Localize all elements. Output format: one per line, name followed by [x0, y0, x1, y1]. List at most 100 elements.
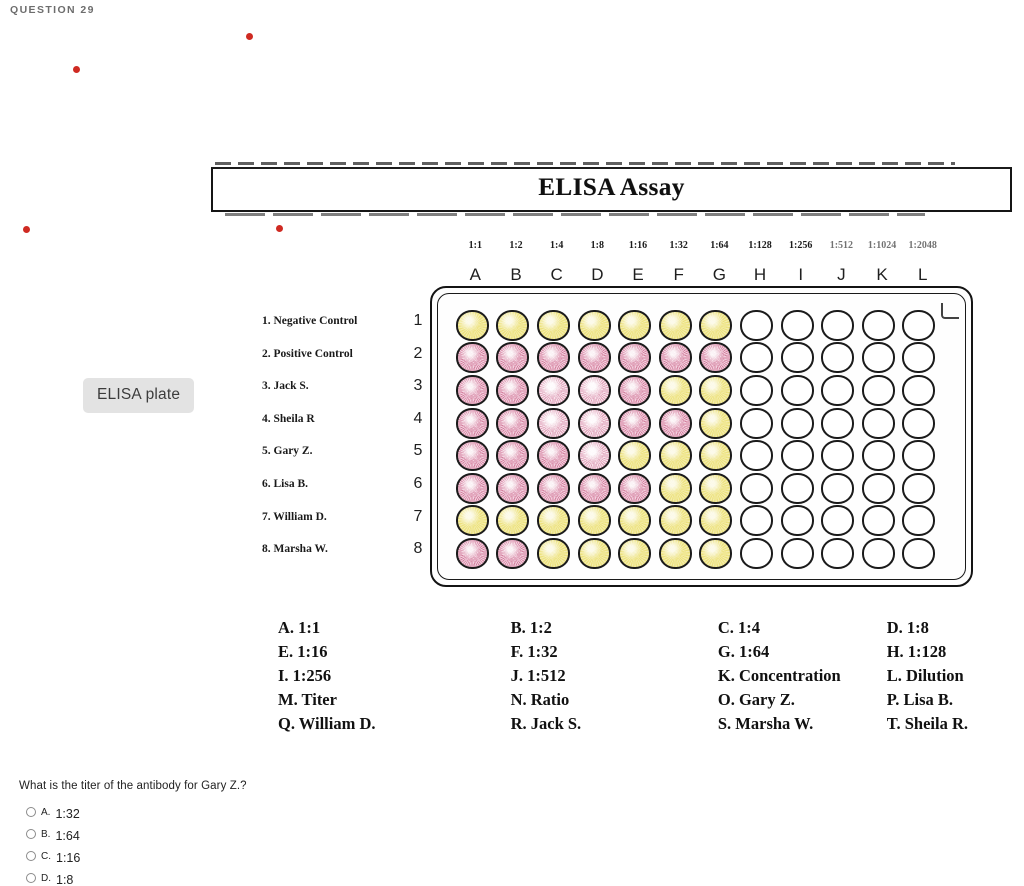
dilution-label-F: 1:32: [669, 240, 688, 251]
option-a[interactable]: A. 1:32: [19, 799, 439, 821]
answer-key-item-t: T. Sheila R.: [886, 714, 968, 733]
option-d[interactable]: D. 1:8: [19, 865, 439, 886]
dilution-label-A: 1:1: [468, 240, 482, 251]
well-cell-K8: [858, 537, 899, 570]
well-cell-H8: [736, 537, 777, 570]
well-cell-A8: [452, 537, 493, 570]
column-letter-F: F: [673, 265, 684, 284]
sample-label-3: 3. Jack S.: [262, 380, 309, 393]
well-cell-F1: [655, 309, 696, 342]
option-letter: C.: [41, 851, 51, 862]
well-cell-G1: [696, 309, 737, 342]
well-L2-empty: [902, 342, 936, 374]
well-cell-A3: [452, 374, 493, 407]
well-cell-L7: [899, 505, 940, 538]
well-cell-H3: [736, 374, 777, 407]
well-I4-empty: [780, 407, 814, 439]
well-G2-pink: [699, 342, 733, 374]
well-cell-D7: [574, 505, 615, 538]
answer-key-item-p: P. Lisa B.: [886, 690, 954, 709]
well-E8-yellow: [618, 537, 652, 569]
well-F3-yellow: [658, 374, 692, 406]
well-L4-empty: [902, 407, 936, 439]
column-letter-A: A: [469, 265, 481, 284]
radio-button-a[interactable]: [26, 807, 36, 817]
answer-key-item-f: F. 1:32: [510, 642, 558, 661]
well-H1-empty: [739, 309, 773, 341]
column-letter-D: D: [591, 265, 604, 284]
well-cell-F8: [655, 537, 696, 570]
multiple-choice-block: What is the titer of the antibody for Ga…: [19, 780, 439, 886]
well-L6-empty: [902, 472, 936, 504]
dilution-label-C: 1:4: [550, 240, 564, 251]
well-cell-E8: [614, 537, 655, 570]
sample-label-6: 6. Lisa B.: [262, 477, 309, 490]
answer-key-item-n: N. Ratio: [510, 690, 570, 709]
answer-key-item-q: Q. William D.: [278, 714, 376, 733]
well-cell-L5: [899, 439, 940, 472]
well-J8-empty: [821, 537, 855, 569]
well-cell-B6: [493, 472, 534, 505]
well-B5-pink: [496, 440, 530, 472]
well-cell-C7: [533, 505, 574, 538]
well-cell-G5: [696, 439, 737, 472]
well-D1-yellow: [577, 309, 611, 341]
well-cell-K1: [858, 309, 899, 342]
well-F2-pink: [658, 342, 692, 374]
well-J3-empty: [821, 374, 855, 406]
sample-label-list: 1. Negative Control 2. Positive Control 3.…: [262, 305, 392, 566]
well-cell-C2: [533, 342, 574, 375]
sample-label-5: 5. Gary Z.: [262, 445, 313, 458]
well-cell-J2: [817, 342, 858, 375]
well-L8-empty: [902, 537, 936, 569]
well-G7-yellow: [699, 505, 733, 537]
well-F7-yellow: [658, 505, 692, 537]
row-number-6: 6: [413, 474, 423, 492]
well-I8-empty: [780, 537, 814, 569]
answer-key-row: M. Titer N. Ratio O. Gary Z. P. Lisa B.: [278, 690, 1018, 714]
column-letter-row: A B C D E F G H I J K L: [455, 265, 943, 285]
well-cell-D2: [574, 342, 615, 375]
well-cell-E7: [614, 505, 655, 538]
answer-key-item-j: J. 1:512: [510, 666, 566, 685]
well-cell-G6: [696, 472, 737, 505]
well-cell-J7: [817, 505, 858, 538]
well-cell-D1: [574, 309, 615, 342]
option-text: 1:8: [56, 873, 74, 886]
answer-key-item-g: G. 1:64: [717, 642, 770, 661]
dilution-label-B: 1:2: [509, 240, 523, 251]
well-B2-pink: [496, 342, 530, 374]
well-cell-I5: [777, 439, 818, 472]
radio-button-b[interactable]: [26, 829, 36, 839]
answer-key-row: I. 1:256 J. 1:512 K. Concentration L. Dilut…: [278, 666, 1018, 690]
well-B3-pink: [496, 374, 530, 406]
radio-button-d[interactable]: [26, 873, 36, 883]
well-C3-pink-light: [536, 374, 570, 406]
well-L7-empty: [902, 505, 936, 537]
dilution-label-L: 1:2048: [908, 240, 937, 251]
answer-key-item-r: R. Jack S.: [510, 714, 582, 733]
radio-button-c[interactable]: [26, 851, 36, 861]
option-c[interactable]: C. 1:16: [19, 843, 439, 865]
option-b[interactable]: B. 1:64: [19, 821, 439, 843]
well-D2-pink: [577, 342, 611, 374]
answer-key-row: Q. William D. R. Jack S. S. Marsha W. T. Sh…: [278, 714, 1018, 738]
row-number-7: 7: [413, 507, 423, 525]
well-C6-pink: [536, 472, 570, 504]
well-cell-H6: [736, 472, 777, 505]
well-C4-pink-light: [536, 407, 570, 439]
well-cell-L6: [899, 472, 940, 505]
well-E4-pink: [618, 407, 652, 439]
well-J2-empty: [821, 342, 855, 374]
column-letter-B: B: [510, 265, 522, 284]
dilution-label-H: 1:128: [748, 240, 772, 251]
column-letter-J: J: [837, 265, 846, 284]
well-cell-J1: [817, 309, 858, 342]
well-A5-pink: [455, 440, 489, 472]
well-cell-K4: [858, 407, 899, 440]
sample-label-4: 4. Sheila R: [262, 412, 315, 425]
well-cell-I3: [777, 374, 818, 407]
well-K7-empty: [861, 505, 895, 537]
elisa-plate-tooltip: ELISA plate: [83, 378, 195, 413]
row-number-list: 1 2 3 4 5 6 7 8: [408, 305, 428, 566]
